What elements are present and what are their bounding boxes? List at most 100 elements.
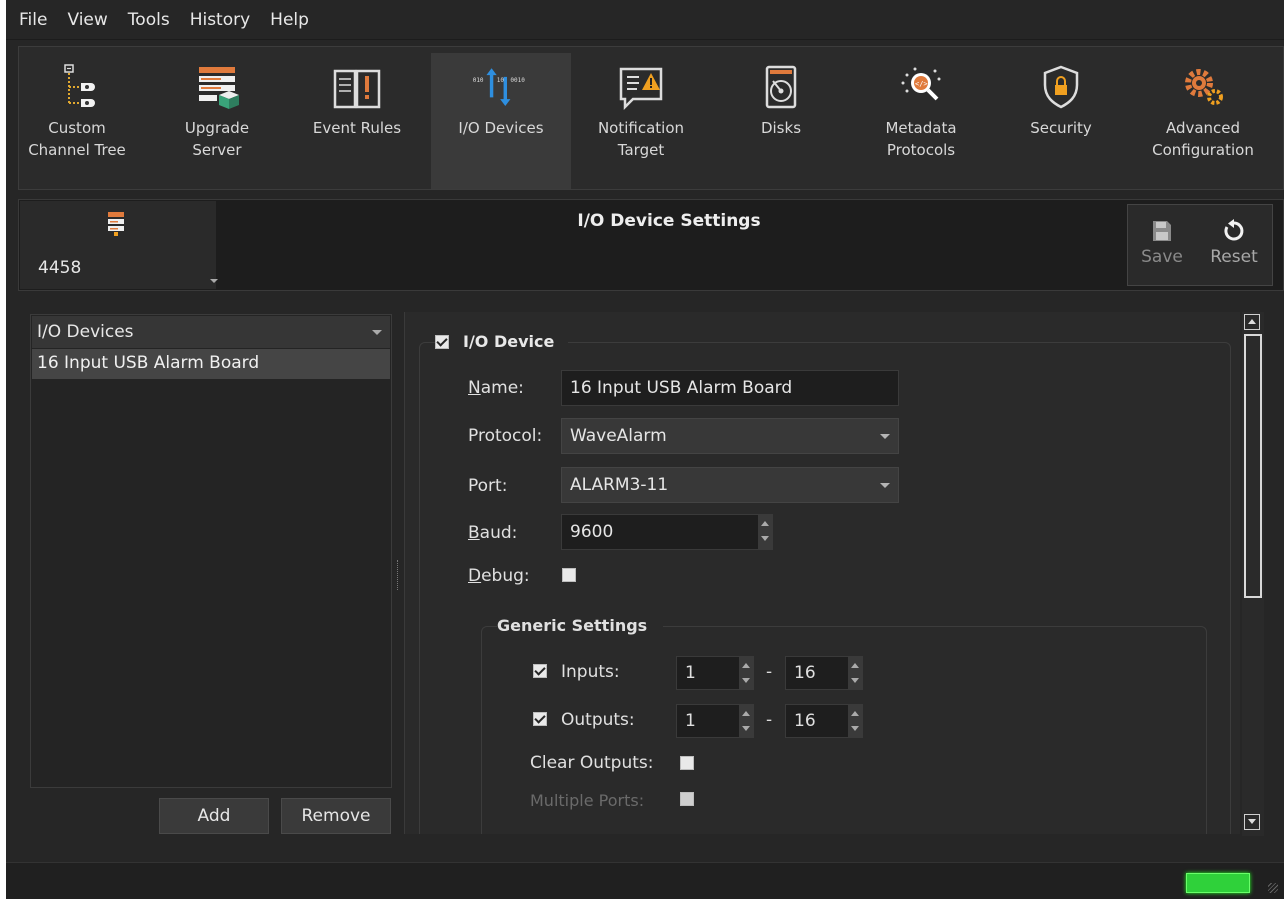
inputs-from-value: 1: [685, 663, 696, 683]
toolbar-label: Advanced Configuration: [1152, 119, 1254, 159]
baud-value: 9600: [570, 522, 614, 542]
inputs-checkbox[interactable]: [533, 664, 547, 678]
toolbar-label: Upgrade Server: [184, 119, 250, 159]
menu-help[interactable]: Help: [270, 10, 309, 30]
reset-label: Reset: [1210, 247, 1258, 267]
upgrade-server-icon: [199, 67, 239, 109]
add-button[interactable]: Add: [159, 798, 269, 834]
toolbar-event-rules[interactable]: Event Rules: [287, 53, 427, 189]
device-settings-panel: I/O Device Name: 16 Input USB Alarm Boar…: [404, 312, 1240, 834]
vertical-scrollbar[interactable]: [1242, 312, 1264, 836]
event-rules-icon: [333, 69, 381, 109]
status-indicator: [1186, 873, 1250, 893]
reset-button[interactable]: Reset: [1204, 211, 1264, 291]
inputs-from-spinbox[interactable]: 1: [676, 656, 754, 690]
device-list-panel: I/O Devices 16 Input USB Alarm Board: [30, 314, 392, 788]
range-dash: -: [766, 710, 773, 730]
baud-spinbox[interactable]: 9600: [561, 514, 773, 550]
header-button-group: Save Reset: [1127, 204, 1273, 286]
site-selector[interactable]: 4458: [20, 201, 218, 289]
debug-label: Debug:: [468, 566, 530, 586]
io-icon-text: 010: [473, 77, 484, 84]
port-select[interactable]: ALARM3-11: [561, 467, 899, 503]
list-item[interactable]: 16 Input USB Alarm Board: [32, 349, 390, 379]
save-button[interactable]: Save: [1132, 211, 1192, 291]
notification-target-icon: [619, 67, 663, 111]
baud-stepper[interactable]: [758, 515, 772, 549]
toolbar-label: Custom Channel Tree: [28, 119, 126, 159]
scroll-down-icon[interactable]: [1244, 814, 1260, 830]
toolbar-label: I/O Devices: [458, 119, 544, 137]
outputs-to-stepper[interactable]: [848, 705, 862, 737]
name-field[interactable]: 16 Input USB Alarm Board: [561, 370, 899, 406]
toolbar-label: Security: [1030, 119, 1092, 137]
menu-file[interactable]: File: [19, 10, 47, 30]
outputs-from-stepper[interactable]: [739, 705, 753, 737]
io-devices-icon: 010 10 0010: [473, 68, 525, 106]
toolbar-notification-target[interactable]: Notification Target: [571, 53, 711, 189]
status-bar: [6, 862, 1284, 899]
menu-tools[interactable]: Tools: [128, 10, 170, 30]
gears-icon: [1185, 69, 1223, 105]
protocol-select[interactable]: WaveAlarm: [561, 418, 899, 454]
resize-grip-icon[interactable]: [1268, 883, 1278, 893]
device-type-select[interactable]: I/O Devices: [32, 316, 390, 348]
port-label: Port:: [468, 476, 508, 496]
chevron-down-icon: [880, 434, 890, 439]
clear-outputs-checkbox[interactable]: [680, 756, 694, 770]
outputs-checkbox[interactable]: [533, 712, 547, 726]
save-label: Save: [1141, 247, 1183, 267]
outputs-from-spinbox[interactable]: 1: [676, 704, 754, 738]
inputs-to-value: 16: [794, 663, 816, 683]
generic-settings-title: Generic Settings: [497, 616, 664, 635]
outputs-to-value: 16: [794, 711, 816, 731]
multiple-ports-label: Multiple Ports:: [530, 791, 645, 810]
scroll-up-icon[interactable]: [1244, 314, 1260, 330]
remove-button[interactable]: Remove: [281, 798, 391, 834]
group-title-text: I/O Device: [463, 332, 555, 351]
toolbar-security[interactable]: Security: [991, 53, 1131, 189]
channel-tree-icon: [64, 64, 95, 107]
inputs-label: Inputs:: [561, 662, 620, 682]
debug-checkbox[interactable]: [562, 568, 576, 582]
io-device-group-title: I/O Device: [435, 332, 569, 351]
inputs-to-spinbox[interactable]: 16: [785, 656, 863, 690]
toolbar-advanced-configuration[interactable]: Advanced Configuration: [1133, 53, 1273, 189]
range-dash: -: [766, 662, 773, 682]
io-device-enabled-checkbox[interactable]: [435, 334, 449, 349]
clear-outputs-label: Clear Outputs:: [530, 753, 654, 773]
floppy-disk-icon: [1153, 221, 1171, 241]
menu-bar: File View Tools History Help: [6, 0, 1284, 40]
reset-icon: [1224, 219, 1244, 241]
toolbar-label: Event Rules: [312, 119, 402, 137]
multiple-ports-checkbox: [680, 792, 694, 806]
toolbar-metadata-protocols[interactable]: </> Metadata Protocols: [851, 53, 991, 189]
toolbar-label: Notification Target: [597, 119, 685, 159]
toolbar-custom-channel-tree[interactable]: Custom Channel Tree: [7, 53, 147, 189]
splitter-handle[interactable]: [397, 560, 399, 590]
toolbar-upgrade-server[interactable]: Upgrade Server: [147, 53, 287, 189]
site-id: 4458: [38, 258, 82, 278]
toolbar-io-devices[interactable]: 010 10 0010 I/O Devices: [431, 53, 571, 189]
chevron-down-icon: [372, 330, 382, 335]
main-toolbar: Custom Channel Tree Upgrade Server Event…: [18, 46, 1284, 190]
outputs-to-spinbox[interactable]: 16: [785, 704, 863, 738]
settings-header: 4458 I/O Device Settings Save Reset: [18, 199, 1284, 291]
app-window: File View Tools History Help Custom Chan…: [6, 0, 1284, 899]
inputs-to-stepper[interactable]: [848, 657, 862, 689]
device-type-value: I/O Devices: [37, 322, 134, 342]
metadata-icon: </>: [901, 67, 941, 101]
io-icon-text: 10: [497, 77, 505, 84]
toolbar-label: Metadata Protocols: [885, 119, 957, 159]
scrollbar-thumb[interactable]: [1244, 334, 1262, 598]
port-value: ALARM3-11: [570, 475, 669, 495]
disk-icon: [765, 65, 797, 109]
chevron-down-icon[interactable]: [210, 279, 218, 283]
inputs-from-stepper[interactable]: [739, 657, 753, 689]
protocol-label: Protocol:: [468, 426, 543, 446]
menu-history[interactable]: History: [190, 10, 250, 30]
menu-view[interactable]: View: [67, 10, 107, 30]
protocol-value: WaveAlarm: [570, 426, 667, 446]
name-label: Name:: [468, 378, 524, 398]
toolbar-disks[interactable]: Disks: [711, 53, 851, 189]
